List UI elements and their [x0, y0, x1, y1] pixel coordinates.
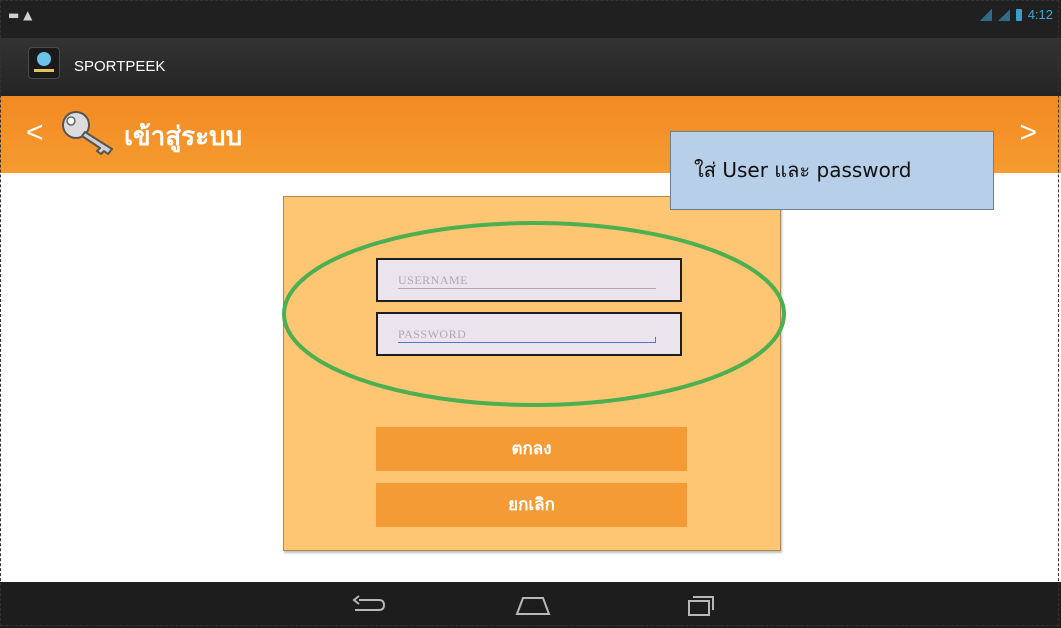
- signal-icon: [979, 8, 992, 21]
- highlight-ellipse: [282, 221, 786, 407]
- page-title: เข้าสู่ระบบ: [124, 122, 243, 152]
- status-indicators: 4:12: [979, 7, 1053, 22]
- signal-icon: [997, 8, 1010, 21]
- battery-icon: [1015, 8, 1022, 21]
- system-nav-bar: [0, 582, 1061, 628]
- status-notifications: ▬ ▲: [8, 8, 32, 22]
- next-button[interactable]: >: [1019, 116, 1037, 150]
- ok-button[interactable]: ตกลง: [376, 427, 687, 471]
- status-clock: 4:12: [1027, 7, 1053, 22]
- warning-icon: ▲: [23, 8, 33, 22]
- home-icon[interactable]: [513, 592, 553, 618]
- notification-icon: ▬: [8, 8, 20, 22]
- back-icon[interactable]: [349, 592, 389, 618]
- app-title: SPORTPEEK: [74, 58, 166, 75]
- recents-icon[interactable]: [680, 592, 720, 618]
- key-icon: [62, 111, 113, 155]
- cancel-button[interactable]: ยกเลิก: [376, 483, 687, 527]
- status-bar: ▬ ▲ 4:12: [0, 0, 1061, 38]
- callout-box: ใส่ User และ password: [670, 131, 994, 210]
- prev-button[interactable]: <: [26, 116, 44, 150]
- app-bar: SPORTPEEK: [0, 38, 1061, 96]
- callout-text: ใส่ User และ password: [694, 158, 912, 182]
- app-icon[interactable]: [28, 47, 60, 79]
